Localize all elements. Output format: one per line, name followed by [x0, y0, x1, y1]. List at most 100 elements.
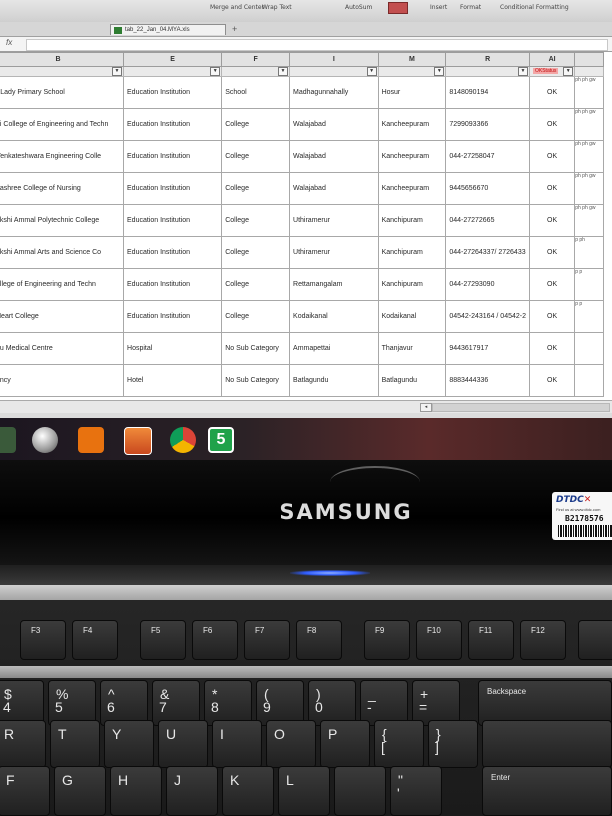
- table-cell[interactable]: p p: [574, 300, 604, 333]
- table-cell[interactable]: ph ph gw: [574, 108, 604, 141]
- table-cell[interactable]: Heart College: [0, 300, 125, 333]
- table-cell[interactable]: Education Institution: [123, 204, 223, 237]
- table-cell[interactable]: OK: [528, 300, 576, 333]
- column-header[interactable]: E: [123, 52, 223, 67]
- letter-key[interactable]: K: [222, 766, 274, 816]
- table-cell[interactable]: College: [221, 204, 291, 237]
- table-cell[interactable]: r Lady Primary School: [0, 76, 125, 109]
- filter-dropdown-icon[interactable]: ▼: [112, 67, 123, 76]
- table-cell[interactable]: Education Institution: [123, 76, 223, 109]
- table-cell[interactable]: Kodaikanal: [289, 300, 379, 333]
- table-cell[interactable]: Education Institution: [123, 268, 223, 301]
- letter-key[interactable]: P: [320, 720, 370, 768]
- quote-key[interactable]: " ': [390, 766, 442, 816]
- filter-dropdown-icon[interactable]: ▼: [278, 67, 289, 76]
- table-cell[interactable]: ai College of Engineering and Techn: [0, 108, 125, 141]
- table-cell[interactable]: Education Institution: [123, 236, 223, 269]
- letter-key[interactable]: I: [212, 720, 262, 768]
- letter-key[interactable]: J: [166, 766, 218, 816]
- table-cell[interactable]: College: [221, 300, 291, 333]
- table-cell[interactable]: Kanchipuram: [377, 204, 447, 237]
- table-cell[interactable]: 044-27258047: [445, 140, 530, 173]
- table-cell[interactable]: Kanchipuram: [377, 236, 447, 269]
- filter-dropdown-icon[interactable]: ▼: [210, 67, 221, 76]
- table-cell[interactable]: OK: [528, 140, 576, 173]
- semicolon-key[interactable]: [334, 766, 386, 816]
- table-cell[interactable]: No Sub Category: [221, 332, 291, 365]
- table-cell[interactable]: [574, 364, 604, 397]
- insert-button[interactable]: Insert: [430, 4, 447, 11]
- table-cell[interactable]: Uthiramerur: [289, 236, 379, 269]
- table-cell[interactable]: Thanjavur: [377, 332, 447, 365]
- table-cell[interactable]: Kancheepuram: [377, 140, 447, 173]
- bracket-key[interactable]: {[: [374, 720, 424, 768]
- table-cell[interactable]: School: [221, 76, 291, 109]
- letter-key[interactable]: T: [50, 720, 100, 768]
- table-cell[interactable]: Walajabad: [289, 108, 379, 141]
- letter-key[interactable]: R: [0, 720, 46, 768]
- table-cell[interactable]: Hosur: [377, 76, 447, 109]
- letter-key[interactable]: H: [110, 766, 162, 816]
- column-header[interactable]: F: [221, 52, 291, 67]
- table-cell[interactable]: 7299093366: [445, 108, 530, 141]
- backslash-key[interactable]: [482, 720, 612, 768]
- table-cell[interactable]: 8148090194: [445, 76, 530, 109]
- conditional-formatting-button[interactable]: Conditional Formatting: [500, 4, 569, 11]
- function-key[interactable]: F3: [20, 620, 66, 660]
- workbook-tab[interactable]: tab_22_Jan_04.MYA.xls: [110, 24, 226, 35]
- table-cell[interactable]: akshi Ammal Arts and Science Co: [0, 236, 125, 269]
- table-cell[interactable]: Education Institution: [123, 108, 223, 141]
- bracket-key[interactable]: }]: [428, 720, 478, 768]
- function-key[interactable]: F8: [296, 620, 342, 660]
- highlighted-ribbon-icon[interactable]: [388, 2, 408, 14]
- table-cell[interactable]: Madhagunnahally: [289, 76, 379, 109]
- table-cell[interactable]: ency: [0, 364, 125, 397]
- column-header[interactable]: I: [289, 52, 379, 67]
- table-cell[interactable]: OK: [528, 204, 576, 237]
- filter-dropdown-icon[interactable]: ▼: [563, 67, 574, 76]
- table-cell[interactable]: nashree College of Nursing: [0, 172, 125, 205]
- filter-dropdown-icon[interactable]: ▼: [366, 67, 377, 76]
- column-header[interactable]: B: [0, 52, 125, 67]
- letter-key[interactable]: F: [0, 766, 50, 816]
- table-cell[interactable]: OK: [528, 364, 576, 397]
- column-header[interactable]: R: [445, 52, 530, 67]
- letter-key[interactable]: G: [54, 766, 106, 816]
- letter-key[interactable]: L: [278, 766, 330, 816]
- table-cell[interactable]: du Medical Centre: [0, 332, 125, 365]
- table-cell[interactable]: 9445656670: [445, 172, 530, 205]
- table-cell[interactable]: College: [221, 236, 291, 269]
- table-cell[interactable]: 9443617917: [445, 332, 530, 365]
- fx-icon[interactable]: fx: [6, 38, 12, 47]
- table-cell[interactable]: Kodaikanal: [377, 300, 447, 333]
- table-cell[interactable]: College: [221, 268, 291, 301]
- table-cell[interactable]: OK: [528, 268, 576, 301]
- function-key[interactable]: F12: [520, 620, 566, 660]
- column-header[interactable]: [574, 52, 604, 67]
- table-cell[interactable]: OK: [528, 172, 576, 205]
- wrap-text-button[interactable]: Wrap Text: [262, 4, 292, 11]
- table-cell[interactable]: OK: [528, 332, 576, 365]
- print-screen-key[interactable]: [578, 620, 612, 660]
- format-button[interactable]: Format: [460, 4, 481, 11]
- table-cell[interactable]: Kancheepuram: [377, 108, 447, 141]
- table-cell[interactable]: 044-27293090: [445, 268, 530, 301]
- table-cell[interactable]: College: [221, 108, 291, 141]
- start-button-icon[interactable]: [0, 427, 16, 453]
- table-cell[interactable]: Kanchipuram: [377, 268, 447, 301]
- table-cell[interactable]: Walajabad: [289, 172, 379, 205]
- table-cell[interactable]: Ammapettai: [289, 332, 379, 365]
- table-cell[interactable]: ph ph gw: [574, 172, 604, 205]
- chrome-icon[interactable]: [170, 427, 196, 453]
- scroll-track[interactable]: [432, 403, 610, 412]
- table-cell[interactable]: ph ph gw: [574, 204, 604, 237]
- table-cell[interactable]: OK: [528, 76, 576, 109]
- table-cell[interactable]: akshi Ammal Polytechnic College: [0, 204, 125, 237]
- file-manager-icon[interactable]: [124, 427, 152, 455]
- function-key[interactable]: F6: [192, 620, 238, 660]
- table-cell[interactable]: Batlagundu: [289, 364, 379, 397]
- table-cell[interactable]: Hospital: [123, 332, 223, 365]
- autosum-button[interactable]: AutoSum: [345, 4, 372, 11]
- table-cell[interactable]: Education Institution: [123, 172, 223, 205]
- table-cell[interactable]: Batlagundu: [377, 364, 447, 397]
